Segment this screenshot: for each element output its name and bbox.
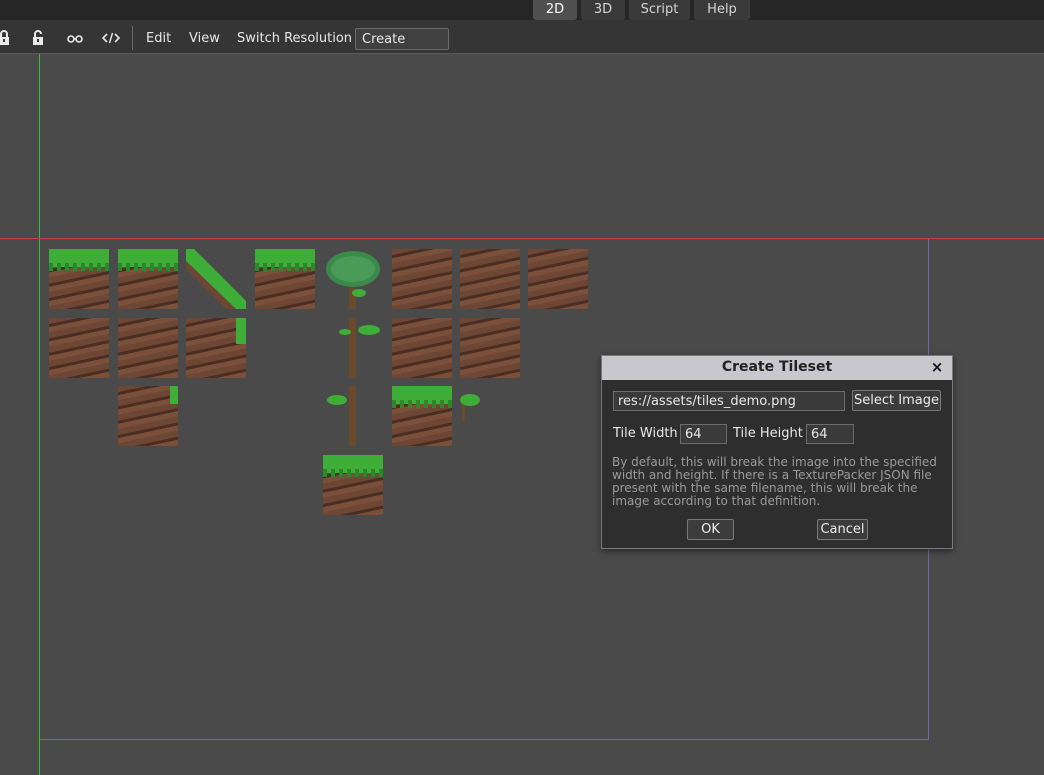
dialog-title: Create Tileset: [602, 356, 952, 380]
menu-view[interactable]: View: [183, 28, 226, 50]
tile-grass-top[interactable]: [118, 249, 178, 309]
unlock-icon[interactable]: [30, 30, 48, 46]
dialog-description: By default, this will break the image in…: [612, 455, 937, 508]
close-icon[interactable]: ×: [930, 358, 944, 376]
tile-height-label: Tile Height: [733, 426, 803, 441]
tab-help[interactable]: Help: [694, 0, 750, 20]
tile-dirt[interactable]: [392, 249, 452, 309]
tile-grass-top[interactable]: [255, 249, 315, 309]
scene-viewport[interactable]: Create Tileset × Select Image Tile Width…: [0, 54, 1044, 775]
tile-dirt-edge[interactable]: [528, 249, 588, 309]
tile-width-field[interactable]: [680, 424, 727, 444]
tile-grass-top[interactable]: [392, 386, 452, 446]
toolbar-separator: [132, 26, 133, 50]
tile-tree-canopy[interactable]: [323, 249, 383, 309]
tile-dirt-edge[interactable]: [460, 249, 520, 309]
tab-3d[interactable]: 3D: [581, 0, 625, 20]
tile-dirt[interactable]: [118, 318, 178, 378]
ok-button[interactable]: OK: [687, 519, 734, 540]
tile-grass-top[interactable]: [49, 249, 109, 309]
menu-edit[interactable]: Edit: [140, 28, 177, 50]
lock-icon[interactable]: [0, 30, 14, 46]
tile-dirt-corner[interactable]: [118, 386, 178, 446]
menu-create-tileset[interactable]: Create Tileset: [355, 28, 449, 68]
select-image-button[interactable]: Select Image: [852, 390, 941, 411]
tile-grass-slope[interactable]: [186, 249, 246, 309]
cancel-button[interactable]: Cancel: [817, 519, 868, 540]
tile-height-field[interactable]: [806, 424, 854, 444]
mode-bar: 2D 3D Script Help: [0, 0, 1044, 20]
tile-branch[interactable]: [460, 386, 482, 446]
menu-switch-resolution[interactable]: Switch Resolution: [231, 28, 358, 50]
image-path-field[interactable]: [613, 391, 845, 411]
tile-width-label: Tile Width: [613, 426, 678, 441]
create-tileset-dialog: Create Tileset × Select Image Tile Width…: [601, 355, 953, 549]
tile-grass-top[interactable]: [323, 455, 383, 515]
code-icon[interactable]: [102, 30, 120, 46]
tile-dirt[interactable]: [392, 318, 452, 378]
tile-tree-trunk[interactable]: [323, 318, 383, 378]
link-icon[interactable]: [66, 30, 84, 46]
tab-2d[interactable]: 2D: [533, 0, 577, 20]
tile-tree-trunk[interactable]: [323, 386, 383, 446]
tab-script[interactable]: Script: [629, 0, 690, 20]
tile-dirt-corner[interactable]: [186, 318, 246, 378]
tile-dirt[interactable]: [49, 318, 109, 378]
toolbar: Edit View Switch Resolution Create Tiles…: [0, 20, 1044, 68]
tile-dirt-edge[interactable]: [460, 318, 520, 378]
